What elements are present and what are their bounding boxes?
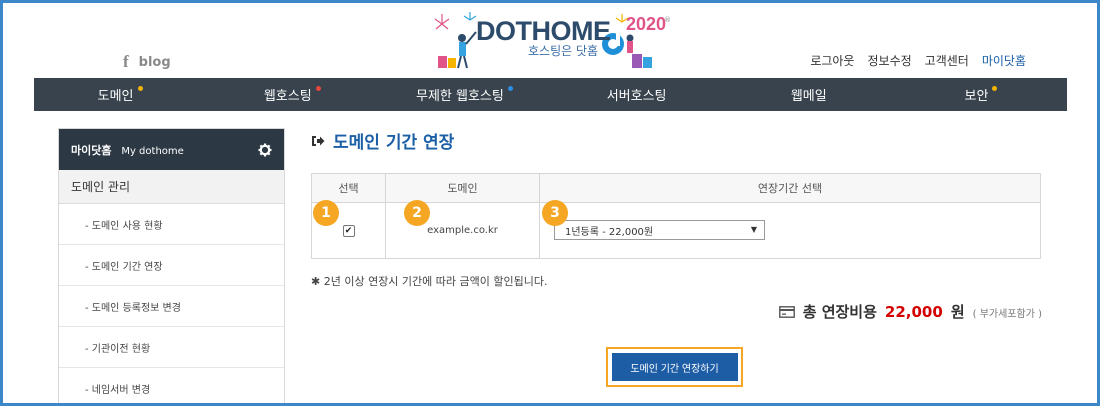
gear-icon[interactable] [258, 143, 272, 157]
cta-highlight: 도메인 기간 연장하기 [606, 347, 743, 387]
new-dot-icon [507, 86, 513, 91]
period-cell: 1년등록 - 22,000원 ▼ [539, 202, 1041, 259]
table-header-row: 선택 도메인 연장기간 선택 [311, 172, 1041, 204]
social-links: f blog [123, 52, 171, 72]
logo-tagline: 호스팅은 닷홈 [528, 44, 599, 58]
page-title: 도메인 기간 연장 [311, 128, 454, 153]
domain-checkbox[interactable]: ✔ [342, 224, 355, 237]
sidebar-subtitle: My dothome [121, 145, 184, 157]
nav-item-security[interactable]: 보안 [895, 78, 1067, 111]
new-dot-icon [992, 86, 998, 91]
chevron-down-icon: ▼ [750, 225, 757, 235]
vat-note: ( 부가세포함가 ) [972, 309, 1042, 320]
card-icon [778, 305, 795, 318]
mydothome-link[interactable]: 마이닷홈 [982, 52, 1026, 69]
sidebar-item-transfer-status[interactable]: - 기관이전 현황 [59, 327, 284, 368]
total-amount: 22,000 [884, 303, 943, 321]
blog-link[interactable]: blog [139, 55, 171, 70]
top-links: 로그아웃 정보수정 고객센터 마이닷홈 [810, 52, 1026, 69]
renew-arrow-icon [312, 135, 325, 146]
total-label: 총 연장비용 [802, 303, 877, 321]
sidebar-item-domain-info[interactable]: - 도메인 등록정보 변경 [59, 286, 284, 327]
logout-link[interactable]: 로그아웃 [810, 52, 854, 69]
nav-label: 서버호스팅 [606, 89, 667, 104]
sidebar: 마이닷홈 My dothome 도메인 관리 - 도메인 사용 현황 - 도메인… [58, 128, 285, 406]
site-header: f blog ® DOTHOME 2020 호스팅은 닷홈 로그아웃 정보수정 … [0, 0, 1100, 78]
renew-domain-button[interactable]: 도메인 기간 연장하기 [611, 353, 738, 381]
discount-note-text: 2년 이상 연장시 기간에 따라 금액이 할인됩니다. [323, 275, 548, 288]
page-title-text: 도메인 기간 연장 [333, 133, 455, 153]
discount-note: ✱ 2년 이상 연장시 기간에 따라 금액이 할인됩니다. [311, 273, 547, 289]
facebook-icon[interactable]: f [123, 52, 129, 72]
nav-label: 웹메일 [790, 89, 827, 104]
col-domain-header: 도메인 [385, 172, 540, 204]
asterisk-icon: ✱ [311, 275, 321, 288]
sidebar-header: 마이닷홈 My dothome [59, 129, 284, 170]
sidebar-item-nameserver[interactable]: - 네임서버 변경 [59, 368, 284, 406]
nav-item-unlimited-hosting[interactable]: 무제한 웹호스팅 [378, 78, 550, 111]
col-period-header: 연장기간 선택 [539, 172, 1041, 204]
nav-item-domain[interactable]: 도메인 [34, 78, 206, 111]
nav-label: 도메인 [97, 89, 134, 104]
period-select-value: 1년등록 - 22,000원 [565, 226, 654, 238]
logo-year: 2020 [626, 14, 667, 34]
edit-profile-link[interactable]: 정보수정 [867, 52, 911, 69]
sidebar-group-domain[interactable]: 도메인 관리 [59, 170, 284, 204]
total-unit: 원 [950, 303, 965, 321]
new-dot-icon [315, 86, 321, 91]
step-badge-1: 1 [313, 200, 339, 226]
nav-label: 웹호스팅 [263, 89, 312, 104]
support-link[interactable]: 고객센터 [925, 52, 969, 69]
nav-label: 무제한 웹호스팅 [416, 89, 504, 104]
total-cost: 총 연장비용 22,000 원 ( 부가세포함가 ) [778, 301, 1042, 322]
step-badge-3: 3 [542, 200, 568, 226]
nav-label: 보안 [964, 89, 989, 104]
main-nav: 도메인 웹호스팅 무제한 웹호스팅 서버호스팅 웹메일 보안 [34, 78, 1067, 111]
sidebar-item-domain-renew[interactable]: - 도메인 기간 연장 [59, 245, 284, 286]
col-select-header: 선택 [311, 172, 386, 204]
new-dot-icon [137, 86, 143, 91]
sidebar-title: 마이닷홈 [71, 143, 112, 157]
sidebar-item-domain-status[interactable]: - 도메인 사용 현황 [59, 204, 284, 245]
period-select[interactable]: 1년등록 - 22,000원 ▼ [554, 220, 765, 241]
nav-item-webhosting[interactable]: 웹호스팅 [206, 78, 378, 111]
nav-item-webmail[interactable]: 웹메일 [723, 78, 895, 111]
nav-item-server-hosting[interactable]: 서버호스팅 [551, 78, 723, 111]
step-badge-2: 2 [404, 200, 430, 226]
